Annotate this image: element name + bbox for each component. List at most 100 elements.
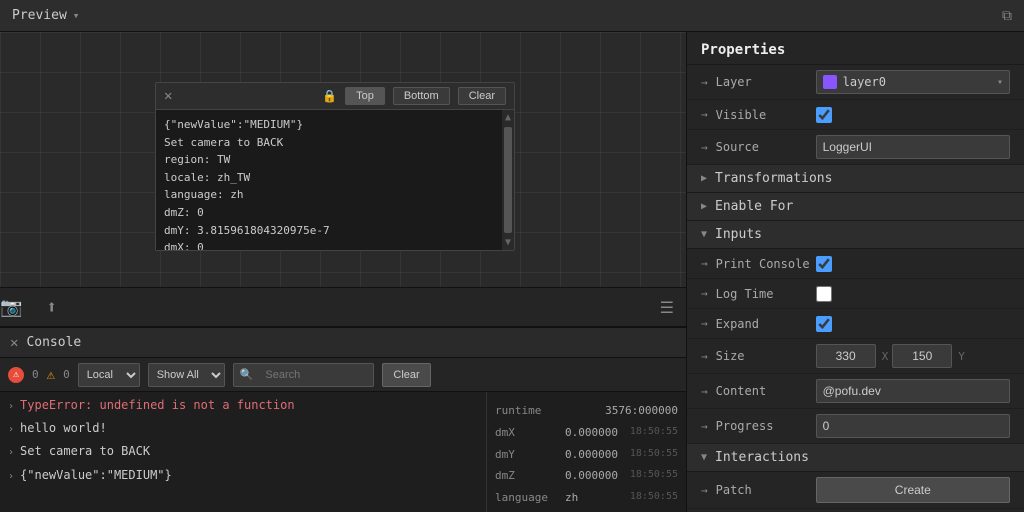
row-arrow: ›: [8, 399, 14, 415]
size-arrow: →: [701, 350, 708, 363]
patch-label: Patch: [716, 483, 816, 497]
preview-expand-icon[interactable]: ▾: [73, 9, 80, 22]
interactions-section[interactable]: ▼ Interactions: [687, 444, 1024, 472]
layer-dropdown[interactable]: layer0 ▾: [816, 70, 1010, 94]
local-select[interactable]: Local Global: [78, 363, 140, 387]
inputs-section[interactable]: ▼ Inputs: [687, 221, 1024, 249]
console-widget-lock-icon: 🔒: [322, 89, 337, 103]
show-all-select[interactable]: Show All Errors Warnings: [148, 363, 225, 387]
toolbar-menu-icon[interactable]: ☰: [660, 298, 686, 317]
log-time-arrow: →: [701, 287, 708, 300]
console-clear-btn[interactable]: Clear: [382, 363, 430, 387]
console-widget-close-btn[interactable]: ✕: [164, 89, 172, 103]
size-y-label: Y: [958, 350, 965, 363]
console-panel-header: ✕ Console: [0, 328, 686, 358]
console-widget-scrollbar[interactable]: ▲ ▼: [502, 110, 514, 250]
console-close-btn[interactable]: ✕: [10, 335, 18, 351]
size-width-input[interactable]: [816, 344, 876, 368]
console-widget-clear-btn[interactable]: Clear: [458, 87, 506, 105]
top-bar: Preview ▾ ⧉: [0, 0, 1024, 32]
data-row: dmY 0.000000 18:50:55: [495, 444, 678, 466]
source-input[interactable]: [816, 135, 1010, 159]
transformations-label: Transformations: [715, 171, 832, 186]
console-widget-text: {"newValue":"MEDIUM"} Set camera to BACK…: [164, 116, 506, 250]
layer-dropdown-arrow: ▾: [997, 77, 1003, 88]
error-badge: ⚠: [8, 367, 24, 383]
print-console-checkbox[interactable]: [816, 256, 832, 272]
preview-area: ✕ 🔒 Top Bottom Clear {"newValue":"MEDIUM…: [0, 32, 686, 287]
layer-value: layer0: [843, 75, 886, 89]
scroll-up-arrow[interactable]: ▲: [503, 110, 513, 125]
search-icon: 🔍: [240, 368, 254, 381]
visible-arrow: →: [701, 108, 708, 121]
right-panel: Properties → Layer layer0 ▾ → Visible → …: [686, 32, 1024, 512]
enable-for-section[interactable]: ▶ Enable For: [687, 193, 1024, 221]
topbar-external-icon[interactable]: ⧉: [1002, 8, 1012, 24]
list-item: › {"newValue":"MEDIUM"}: [0, 464, 486, 487]
size-height-input[interactable]: [892, 344, 952, 368]
row-arrow: ›: [8, 445, 14, 461]
row-arrow: ›: [8, 469, 14, 485]
console-search-input[interactable]: [257, 363, 367, 387]
progress-input[interactable]: [816, 414, 1010, 438]
main-layout: ✕ 🔒 Top Bottom Clear {"newValue":"MEDIUM…: [0, 32, 1024, 512]
console-data-list: runtime 3576:000000 dmX 0.000000 18:50:5…: [487, 396, 686, 512]
size-row: → Size X Y: [687, 339, 1024, 374]
console-toolbar: ⚠ 0 ⚠ 0 Local Global Show All Errors War…: [0, 358, 686, 392]
interactions-arrow: ▼: [701, 452, 707, 463]
print-console-label: Print Console: [716, 257, 816, 271]
console-body: › TypeError: undefined is not a function…: [0, 392, 686, 512]
source-arrow: →: [701, 141, 708, 154]
print-console-arrow: →: [701, 257, 708, 270]
console-widget-bottom-btn[interactable]: Bottom: [393, 87, 450, 105]
size-label: Size: [716, 349, 816, 363]
layer-row: → Layer layer0 ▾: [687, 65, 1024, 100]
source-row: → Source: [687, 130, 1024, 165]
expand-checkbox[interactable]: [816, 316, 832, 332]
layer-color-swatch: [823, 75, 837, 89]
create-button[interactable]: Create: [816, 477, 1010, 503]
log-time-row: → Log Time: [687, 279, 1024, 309]
list-item: › Set camera to BACK: [0, 440, 486, 463]
properties-title: Properties: [687, 32, 1024, 65]
console-row-error: › TypeError: undefined is not a function: [0, 394, 486, 417]
camera-icon[interactable]: 📷: [0, 297, 22, 318]
console-row-text: TypeError: undefined is not a function: [20, 396, 295, 415]
console-widget-header: ✕ 🔒 Top Bottom Clear: [156, 83, 514, 110]
print-console-row: → Print Console: [687, 249, 1024, 279]
inputs-label: Inputs: [715, 227, 762, 242]
warn-icon: ⚠: [47, 367, 55, 383]
visible-row: → Visible: [687, 100, 1024, 130]
preview-title: Preview ▾: [12, 8, 79, 23]
log-time-label: Log Time: [716, 287, 816, 301]
data-row: language zh 18:50:55: [495, 487, 678, 509]
layer-label: Layer: [716, 75, 816, 89]
console-widget-top-btn[interactable]: Top: [345, 87, 385, 105]
console-data-column: runtime 3576:000000 dmX 0.000000 18:50:5…: [486, 392, 686, 512]
scroll-thumb[interactable]: [504, 127, 512, 233]
list-item: › hello world!: [0, 417, 486, 440]
inputs-arrow: ▼: [701, 229, 707, 240]
content-input[interactable]: [816, 379, 1010, 403]
transformations-section[interactable]: ▶ Transformations: [687, 165, 1024, 193]
progress-label: Progress: [716, 419, 816, 433]
interactions-label: Interactions: [715, 450, 809, 465]
visible-checkbox[interactable]: [816, 107, 832, 123]
source-label: Source: [716, 140, 816, 154]
scroll-down-arrow[interactable]: ▼: [503, 235, 513, 250]
data-row: dmX 0.000000 18:50:55: [495, 422, 678, 444]
layer-arrow: →: [701, 76, 708, 89]
visible-label: Visible: [716, 108, 816, 122]
size-inputs: X Y: [816, 344, 965, 368]
preview-toolbar: 📷 ⬆ ☰: [0, 287, 686, 327]
console-log-list: › TypeError: undefined is not a function…: [0, 392, 486, 512]
size-x-label: X: [882, 350, 889, 363]
share-icon[interactable]: ⬆: [46, 297, 57, 318]
error-count: 0: [32, 368, 39, 381]
log-time-checkbox[interactable]: [816, 286, 832, 302]
data-row: dmZ 0.000000 18:50:55: [495, 465, 678, 487]
data-row: runtime 3576:000000: [495, 400, 678, 422]
patch-row: → Patch Create: [687, 472, 1024, 509]
console-panel: ✕ Console ⚠ 0 ⚠ 0 Local Global Show All …: [0, 327, 686, 512]
console-widget: ✕ 🔒 Top Bottom Clear {"newValue":"MEDIUM…: [155, 82, 515, 251]
